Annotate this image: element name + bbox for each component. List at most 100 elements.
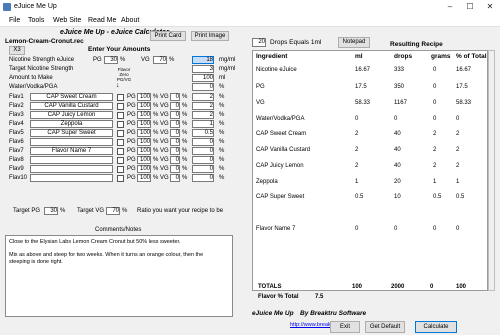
vg-label: VG — [160, 139, 169, 145]
recipe-cell-percent: 0 — [456, 116, 460, 122]
notepad-button[interactable]: Notepad — [338, 37, 370, 48]
minimize-button[interactable]: – — [440, 0, 460, 14]
flavor-percent-input[interactable]: 0 — [192, 165, 214, 173]
comments-textarea[interactable]: Close to the Elysian Labs Lemon Cream Cr… — [5, 235, 233, 317]
flavor-zero-checkbox[interactable] — [117, 175, 124, 182]
flavor-percent-input[interactable]: 2 — [192, 102, 214, 110]
menu-web-site[interactable]: Web Site — [53, 17, 81, 24]
flavor-vg-input[interactable]: 0 — [170, 156, 180, 164]
flavor-zero-checkbox[interactable] — [117, 166, 124, 173]
flavor-percent-input[interactable]: 0 — [192, 156, 214, 164]
flavor-percent-input[interactable]: 0 — [192, 138, 214, 146]
recipe-cell-percent: 17.5 — [456, 84, 468, 90]
menu-about[interactable]: About — [121, 17, 139, 24]
flavor-name-input[interactable] — [30, 174, 113, 182]
flavor-pg-input[interactable]: 100 — [137, 165, 151, 173]
target-vg-input[interactable]: 70 — [106, 207, 120, 215]
flavor-name-input[interactable] — [30, 165, 113, 173]
drops-per-ml-input[interactable]: 20 — [252, 38, 266, 47]
menu-file[interactable]: File — [9, 17, 20, 24]
menu-tools[interactable]: Tools — [28, 17, 44, 24]
flavor-vg-input[interactable]: 0 — [170, 120, 180, 128]
close-button[interactable]: ✕ — [480, 0, 500, 14]
flavor-name-input[interactable]: CAP Sweet Cream — [30, 93, 113, 101]
print-image-button[interactable]: Print Image — [191, 31, 229, 41]
menu-read-me[interactable]: Read Me — [88, 17, 116, 24]
flavor-pg-input[interactable]: 100 — [137, 174, 151, 182]
flavor-pg-input[interactable]: 100 — [137, 138, 151, 146]
flavor-pg-input[interactable]: 100 — [137, 93, 151, 101]
flavor-name-input[interactable]: Flavor Name 7 — [30, 147, 113, 155]
recipe-cell-grams: 0.5 — [433, 194, 442, 200]
flavor-label: Flav4 — [9, 121, 24, 127]
target-pg-label: Target PG — [13, 208, 41, 214]
totals-label: TOTALS — [258, 284, 282, 290]
flavor-name-input[interactable]: CAP Juicy Lemon — [30, 111, 113, 119]
flavor-percent-input[interactable]: 2 — [192, 93, 214, 101]
target-pg-input[interactable]: 30 — [44, 207, 58, 215]
flavor-pg-input[interactable]: 100 — [137, 102, 151, 110]
amount-to-make-input[interactable]: 100 — [192, 74, 214, 82]
flavor-zero-checkbox[interactable] — [117, 148, 124, 155]
water-input[interactable]: 0 — [192, 83, 214, 91]
flavor-zero-checkbox[interactable] — [117, 130, 124, 137]
flavor-pg-input[interactable]: 100 — [137, 111, 151, 119]
target-nicotine-input[interactable]: 3 — [192, 65, 214, 73]
nicotine-strength-input[interactable]: 18 — [192, 56, 214, 64]
nic-vg-label: VG — [141, 57, 150, 63]
flavor-zero-checkbox[interactable] — [117, 157, 124, 164]
resulting-recipe-title: Resulting Recipe — [390, 41, 443, 48]
recipe-cell-ingredient: CAP Vanilla Custard — [256, 147, 311, 153]
pct-label: % — [182, 166, 188, 172]
flavor-vg-input[interactable]: 0 — [170, 165, 180, 173]
flavor-zero-checkbox[interactable] — [117, 94, 124, 101]
pct-label: % — [219, 121, 225, 127]
recipe-cell-grams: 0 — [433, 100, 437, 106]
pct-label: % — [182, 130, 188, 136]
pct-label: % — [219, 166, 225, 172]
title-bar: eJuice Me Up – ☐ ✕ — [0, 0, 500, 14]
flavor-label: Flav1 — [9, 94, 24, 100]
exit-button[interactable]: Exit — [330, 321, 360, 333]
flavor-zero-checkbox[interactable] — [117, 112, 124, 119]
recipe-cell-ingredient: Water/Vodka/PGA — [256, 116, 305, 122]
flavor-name-input[interactable] — [30, 138, 113, 146]
get-default-button[interactable]: Get Default — [365, 321, 405, 333]
nic-vg-input[interactable]: 70 — [153, 56, 167, 64]
flavor-percent-input[interactable]: 2 — [192, 111, 214, 119]
flavor-name-input[interactable]: CAP Super Sweet — [30, 129, 113, 137]
flavor-vg-input[interactable]: 0 — [170, 174, 180, 182]
flavor-zero-checkbox[interactable] — [117, 103, 124, 110]
flavor-zero-checkbox[interactable] — [117, 139, 124, 146]
flavor-name-input[interactable]: CAP Vanilla Custard — [30, 102, 113, 110]
flavor-percent-input[interactable]: 0 — [192, 147, 214, 155]
window-title: eJuice Me Up — [14, 3, 57, 10]
recipe-cell-percent: 2 — [456, 131, 460, 137]
print-card-button[interactable]: Print Card — [150, 31, 186, 41]
flavor-vg-input[interactable]: 0 — [170, 129, 180, 137]
recipe-cell-percent: 58.33 — [456, 100, 472, 106]
maximize-button[interactable]: ☐ — [460, 0, 480, 14]
flavor-zero-checkbox[interactable] — [117, 121, 124, 128]
amount-to-make-label: Amount to Make — [9, 75, 53, 81]
recipe-scrollbar[interactable] — [488, 50, 495, 291]
flavor-percent-input[interactable]: 0.5 — [192, 129, 214, 137]
flavor-pg-input[interactable]: 100 — [137, 120, 151, 128]
flavor-vg-input[interactable]: 0 — [170, 111, 180, 119]
flavor-percent-input[interactable]: 0 — [192, 174, 214, 182]
flavor-percent-input[interactable]: 1 — [192, 120, 214, 128]
flavor-pg-input[interactable]: 100 — [137, 147, 151, 155]
app-icon — [3, 3, 11, 11]
flavor-name-input[interactable] — [30, 156, 113, 164]
nic-pg-input[interactable]: 30 — [104, 56, 118, 64]
flavor-name-input[interactable]: Zeppola — [30, 120, 113, 128]
flavor-zero-pgvg-header: Flavor Zero PG/VG — [116, 67, 132, 82]
flavor-vg-input[interactable]: 0 — [170, 93, 180, 101]
flavor-vg-input[interactable]: 0 — [170, 138, 180, 146]
flavor-pg-input[interactable]: 100 — [137, 129, 151, 137]
x3-button[interactable]: X3 — [9, 46, 25, 55]
calculate-button[interactable]: Calculate — [415, 321, 457, 333]
flavor-vg-input[interactable]: 0 — [170, 147, 180, 155]
flavor-vg-input[interactable]: 0 — [170, 102, 180, 110]
flavor-pg-input[interactable]: 100 — [137, 156, 151, 164]
